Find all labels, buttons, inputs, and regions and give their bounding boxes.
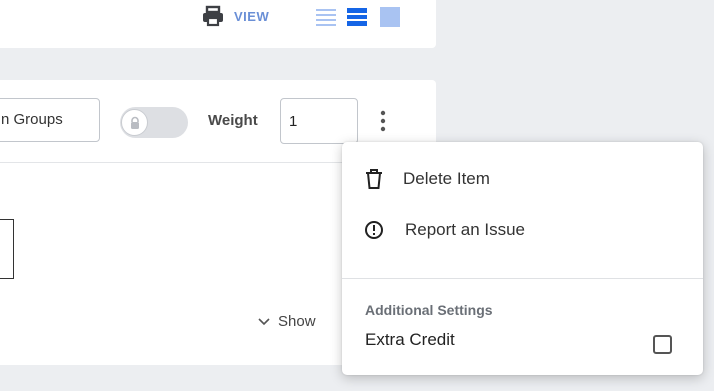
menu-divider [342,278,703,279]
view-toolbar: VIEW [0,0,436,48]
grid-view-icon[interactable] [379,7,401,27]
extra-credit-checkbox[interactable] [653,335,672,354]
report-issue-option[interactable]: Report an Issue [342,210,703,250]
item-context-menu: Delete Item Report an Issue Additional S… [342,142,703,375]
list-view-icon[interactable] [315,7,337,27]
vertical-dots-icon[interactable] [375,106,391,136]
bold-list-view-icon[interactable] [346,7,368,27]
lock-toggle[interactable] [120,107,188,138]
show-label: Show [278,313,316,330]
chevron-down-icon [258,318,270,326]
weight-label: Weight [208,112,258,129]
exclamation-circle-icon [365,221,383,239]
weight-input[interactable] [280,98,358,144]
lock-icon [131,116,139,129]
groups-field[interactable]: n Groups [0,98,100,142]
trash-icon [366,169,382,189]
report-issue-label: Report an Issue [405,220,526,239]
answer-box[interactable] [0,219,14,279]
toggle-knob [121,109,148,136]
show-toggle[interactable]: Show [258,313,316,330]
view-label: VIEW [234,9,270,24]
additional-settings-heading: Additional Settings [365,302,493,318]
delete-item-option[interactable]: Delete Item [342,159,703,199]
extra-credit-label: Extra Credit [365,330,455,349]
printer-icon[interactable] [201,5,225,27]
delete-item-label: Delete Item [403,169,490,188]
